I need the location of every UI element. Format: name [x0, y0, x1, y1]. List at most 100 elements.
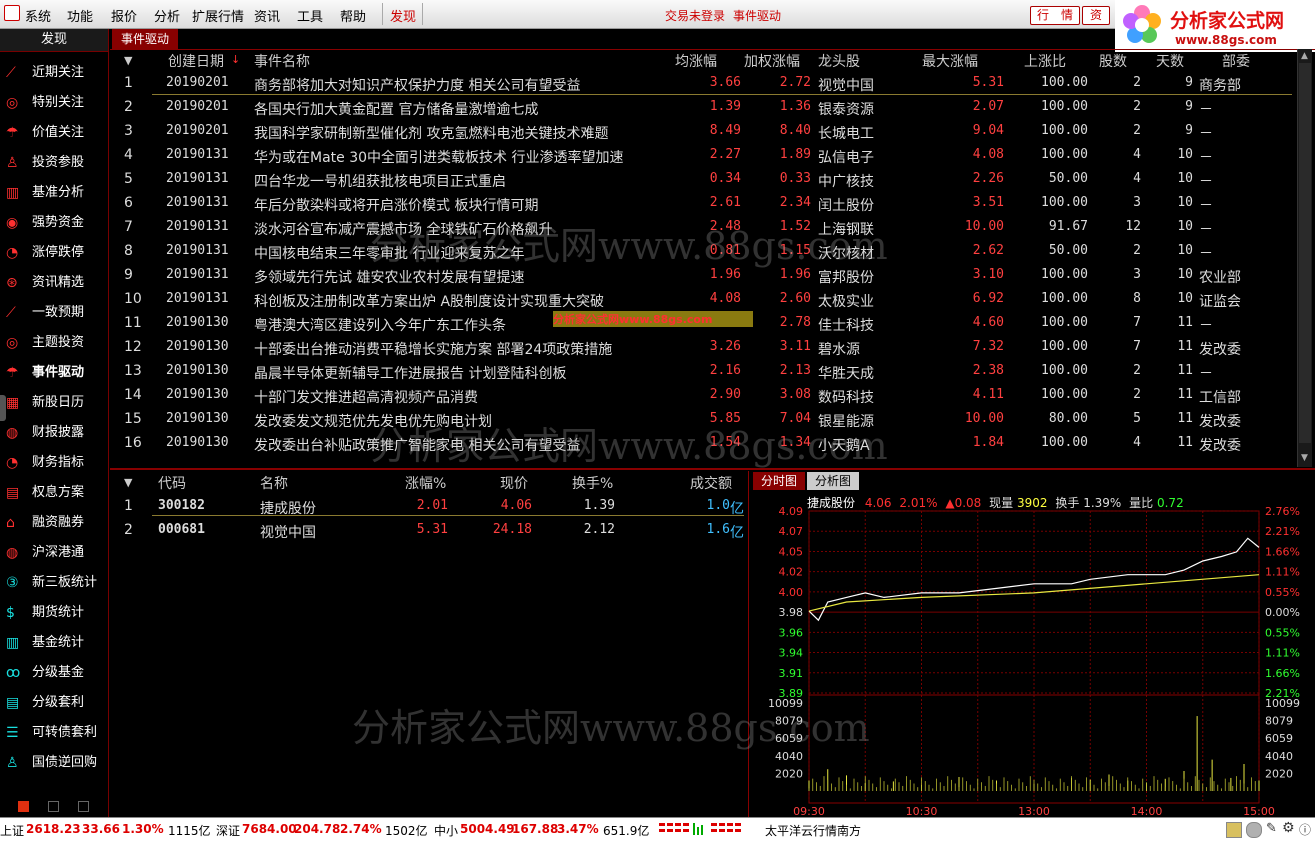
col-count[interactable]: 股数 — [1099, 51, 1127, 71]
menu-help[interactable]: 帮助 — [340, 6, 366, 25]
tab-analysis-chart[interactable]: 分析图 — [807, 472, 859, 490]
menu-system[interactable]: 系统 — [25, 6, 51, 25]
menu-tools[interactable]: 工具 — [297, 6, 323, 25]
sidebar-item-earnings[interactable]: ◍ 财报披露 — [4, 422, 108, 444]
col-stock-name[interactable]: 名称 — [260, 473, 288, 493]
table-row[interactable]: 4 20190131 华为或在Mate 30中全面引进类载板技术 行业渗透率望加速 2… — [110, 143, 1300, 167]
tab-event-driven[interactable]: 事件驱动 — [112, 29, 178, 49]
col-amount[interactable]: 成交额 — [690, 473, 732, 493]
event-leader-stock[interactable]: 弘信电子 — [818, 147, 874, 167]
sidebar-item-ipo-calendar[interactable]: ▦ 新股日历 — [4, 392, 108, 414]
status-circle-icon[interactable] — [1246, 822, 1262, 838]
quote-button[interactable]: 行 情 — [1030, 6, 1080, 25]
sidebar-item-convertible-arb[interactable]: ☰ 可转债套利 — [4, 722, 108, 744]
scroll-down-icon[interactable]: ▼ — [1301, 453, 1308, 463]
col-wavg[interactable]: 加权涨幅 — [744, 51, 800, 71]
menu-function[interactable]: 功能 — [67, 6, 93, 25]
event-leader-stock[interactable]: 中广核技 — [818, 171, 874, 191]
page-dot[interactable] — [78, 801, 89, 812]
sidebar-item-graded-funds[interactable]: ꝏ 分级基金 — [4, 662, 108, 684]
tab-timeshare-chart[interactable]: 分时图 — [753, 472, 805, 490]
menu-extended[interactable]: 扩展行情 — [192, 6, 244, 25]
event-leader-stock[interactable]: 银泰资源 — [818, 99, 874, 119]
sidebar-item-repo[interactable]: ♙ 国债逆回购 — [4, 752, 108, 774]
lock-icon[interactable] — [1226, 822, 1242, 838]
sidebar-item-dividends[interactable]: ▤ 权息方案 — [4, 482, 108, 504]
table-row[interactable]: 2 000681 视觉中国 5.31 24.18 2.12 1.6 亿 — [110, 518, 746, 542]
menu-discover[interactable]: 发现 — [390, 6, 416, 25]
table-row[interactable]: 6 20190131 年后分散染料或将开启涨价模式 板块行情可期 2.61 2.34 闰土… — [110, 191, 1300, 215]
info-icon[interactable]: ⓘ — [1299, 821, 1311, 838]
col-change[interactable]: 涨幅% — [405, 473, 446, 493]
sidebar-item-news[interactable]: ⊛ 资讯精选 — [4, 272, 108, 294]
sidebar-item-connect[interactable]: ◍ 沪深港通 — [4, 542, 108, 564]
index-sz-name[interactable]: 深证 — [216, 822, 240, 839]
event-leader-stock[interactable]: 富邦股份 — [818, 267, 874, 287]
sidebar-item-neeq[interactable]: ③ 新三板统计 — [4, 572, 108, 594]
sidebar-item-strong-funds[interactable]: ◉ 强势资金 — [4, 212, 108, 234]
event-leader-stock[interactable]: 华胜天成 — [818, 363, 874, 383]
col-leader[interactable]: 龙头股 — [818, 51, 860, 71]
sidebar-item-recent[interactable]: ⟋ 近期关注 — [4, 62, 108, 84]
sidebar-item-graded-arb[interactable]: ▤ 分级套利 — [4, 692, 108, 714]
sort-arrow-icon[interactable]: ▼ — [124, 476, 132, 489]
sidebar-item-consensus[interactable]: ⟋ 一致预期 — [4, 302, 108, 324]
event-leader-stock[interactable]: 长城电工 — [818, 123, 874, 143]
settings-icon[interactable]: ⚙ — [1282, 820, 1295, 836]
sidebar-item-event-driven[interactable]: ☂ 事件驱动 — [4, 362, 108, 384]
col-turnover[interactable]: 换手% — [572, 473, 613, 493]
table-row[interactable]: 12 20190130 十部委出台推动消费平稳增长实施方案 部署24项政策措施 3.2… — [110, 335, 1300, 359]
page-dot[interactable] — [48, 801, 59, 812]
index-sme-name[interactable]: 中小 — [434, 822, 458, 839]
col-days[interactable]: 天数 — [1156, 51, 1184, 71]
col-date[interactable]: 创建日期 — [168, 51, 224, 71]
scroll-up-icon[interactable]: ▲ — [1301, 51, 1308, 61]
event-table-scrollbar[interactable]: ▲ ▼ — [1297, 49, 1312, 467]
sort-arrow-icon[interactable]: ▼ — [124, 54, 132, 67]
table-row[interactable]: 10 20190131 科创板及注册制改革方案出炉 A股制度设计实现重大突破 4.08… — [110, 287, 1300, 311]
table-row[interactable]: 3 20190201 我国科学家研制新型催化剂 攻克氢燃料电池关键技术难题 8.49 8… — [110, 119, 1300, 143]
ticker-text[interactable]: 太平洋云行情南方 — [765, 822, 861, 839]
table-row[interactable]: 2 20190201 各国央行加大黄金配置 官方储备量激增逾七成 1.39 1.36 银泰… — [110, 95, 1300, 119]
timeshare-chart[interactable]: 4.09 2.76% 4.07 2.21% 4.05 1.66% 4.02 1.11% 4.00… — [749, 491, 1315, 817]
table-row[interactable]: 13 20190130 晶晨半导体更新辅导工作进展报告 计划登陆科创板 2.16 2.1… — [110, 359, 1300, 383]
login-status[interactable]: 交易未登录 — [665, 7, 725, 24]
table-row[interactable]: 5 20190131 四台华龙一号机组获批核电项目正式重启 0.34 0.33 中广核技 2… — [110, 167, 1300, 191]
col-max[interactable]: 最大涨幅 — [922, 51, 978, 71]
col-code[interactable]: 代码 — [158, 473, 186, 493]
sidebar-item-funds[interactable]: ▥ 基金统计 — [4, 632, 108, 654]
sidebar-item-limit[interactable]: ◔ 涨停跌停 — [4, 242, 108, 264]
col-name[interactable]: 事件名称 — [254, 51, 310, 71]
event-leader-stock[interactable]: 佳士科技 — [818, 315, 874, 335]
scrollbar-thumb[interactable] — [1299, 63, 1311, 443]
table-row[interactable]: 1 20190201 商务部将加大对知识产权保护力度 相关公司有望受益 3.66 2.7… — [110, 71, 1300, 95]
menu-analysis[interactable]: 分析 — [154, 6, 180, 25]
market-breadth-icon[interactable] — [657, 821, 757, 841]
col-ratio[interactable]: 上涨比 — [1024, 51, 1066, 71]
sidebar-item-futures[interactable]: $ 期货统计 — [4, 602, 108, 624]
sidebar-item-invest[interactable]: ♙ 投资参股 — [4, 152, 108, 174]
col-dept[interactable]: 部委 — [1222, 51, 1250, 71]
sidebar-item-financials[interactable]: ◔ 财务指标 — [4, 452, 108, 474]
sidebar-item-margin[interactable]: ⌂ 融资融券 — [4, 512, 108, 534]
app-icon[interactable] — [4, 5, 20, 21]
col-avg[interactable]: 均涨幅 — [675, 51, 717, 71]
sidebar-item-benchmark[interactable]: ▥ 基准分析 — [4, 182, 108, 204]
info-button[interactable]: 资 — [1082, 6, 1110, 25]
tools-icon[interactable]: ✎ — [1266, 821, 1277, 836]
sidebar-item-theme[interactable]: ◎ 主题投资 — [4, 332, 108, 354]
col-price[interactable]: 现价 — [500, 473, 528, 493]
sidebar-header[interactable]: 发现 — [0, 29, 108, 52]
table-row[interactable]: 14 20190130 十部门发文推进超高清视频产品消费 2.90 3.08 数码科技 4.… — [110, 383, 1300, 407]
sidebar-item-value[interactable]: ☂ 价值关注 — [4, 122, 108, 144]
menu-news[interactable]: 资讯 — [254, 6, 280, 25]
sidebar-item-special[interactable]: ◎ 特别关注 — [4, 92, 108, 114]
page-dot-active[interactable] — [18, 801, 29, 812]
menu-quote[interactable]: 报价 — [111, 6, 137, 25]
event-leader-stock[interactable]: 视觉中国 — [818, 75, 874, 95]
event-leader-stock[interactable]: 闰土股份 — [818, 195, 874, 215]
event-leader-stock[interactable]: 太极实业 — [818, 291, 874, 311]
sidebar-collapse-handle[interactable] — [0, 395, 6, 421]
event-leader-stock[interactable]: 碧水源 — [818, 339, 860, 359]
index-sh-name[interactable]: 上证 — [0, 822, 24, 839]
